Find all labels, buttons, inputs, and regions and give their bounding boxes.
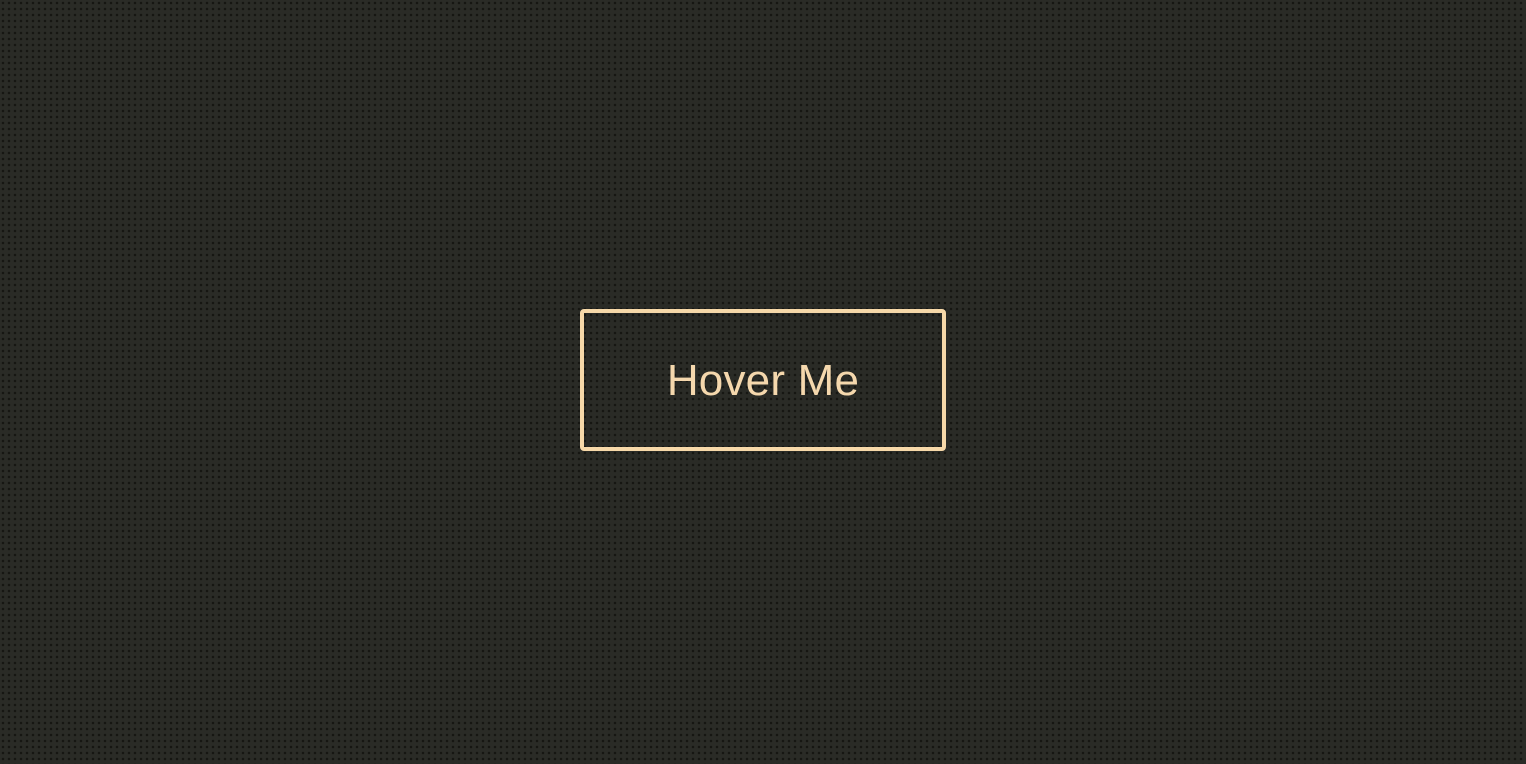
hover-me-button-label: Hover Me [666,356,860,405]
hover-me-button[interactable]: Hover Me [580,309,946,451]
page-background: Hover Me [0,0,1526,764]
